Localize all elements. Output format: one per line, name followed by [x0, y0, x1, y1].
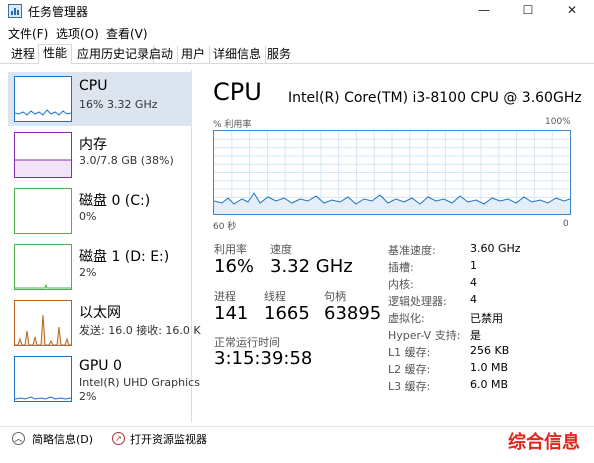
tab-startup[interactable]: 启动	[144, 45, 179, 64]
menu-file[interactable]: 文件(F)	[8, 25, 48, 42]
menu-bar: 文件(F) 选项(O) 查看(V)	[0, 23, 594, 41]
speed-label: 速度	[270, 243, 292, 256]
spec-value-logical-processors: 4	[470, 293, 477, 306]
spec-value-cores: 4	[470, 276, 477, 289]
resource-item-detail-2: 2%	[79, 390, 97, 403]
spec-label-l3-cache: L3 缓存:	[388, 380, 431, 393]
processes-label: 进程	[214, 290, 236, 303]
resource-item-detail: 0%	[79, 210, 97, 223]
resource-item-detail: Intel(R) UHD Graphics	[79, 376, 200, 389]
resource-item-detail: 3.0/7.8 GB (38%)	[79, 154, 174, 167]
memory-thumbnail-graph	[14, 132, 72, 178]
watermark-logo: 综合信息	[494, 428, 594, 463]
resource-item-detail: 16% 3.32 GHz	[79, 98, 158, 111]
resource-item-cpu[interactable]: CPU 16% 3.32 GHz	[8, 72, 192, 126]
resource-monitor-icon[interactable]: ↗	[112, 432, 125, 445]
cpu-utilization-graph	[213, 130, 571, 215]
spec-label-base-speed: 基准速度:	[388, 244, 436, 257]
gpu-thumbnail-graph	[14, 356, 72, 402]
graph-y-label: % 利用率	[213, 120, 252, 130]
tab-performance[interactable]: 性能	[38, 44, 73, 65]
resource-item-title: 内存	[79, 137, 107, 153]
resource-item-detail: 发送: 16.0 接收: 16.0 K	[79, 324, 201, 337]
processes-value: 141	[214, 303, 249, 324]
spec-label-l1-cache: L1 缓存:	[388, 346, 431, 359]
resource-item-title: CPU	[79, 78, 108, 94]
resource-item-disk-1[interactable]: 磁盘 1 (D: E:) 2%	[8, 240, 192, 294]
open-resource-monitor-link[interactable]: 打开资源监视器	[130, 431, 207, 447]
utilization-value: 16%	[214, 256, 255, 277]
menu-options[interactable]: 选项(O)	[56, 25, 99, 42]
tab-processes[interactable]: 进程	[6, 45, 41, 64]
window-title: 任务管理器	[28, 5, 89, 19]
spec-value-hyperv: 是	[470, 329, 481, 342]
resource-item-title: 磁盘 1 (D: E:)	[79, 249, 170, 265]
spec-value-virtualization: 已禁用	[470, 312, 503, 325]
tab-bar: 进程 性能 应用历史记录 启动 用户 详细信息 服务	[0, 42, 594, 65]
menu-view[interactable]: 查看(V)	[106, 25, 148, 42]
spec-value-l1-cache: 256 KB	[470, 344, 510, 357]
handles-value: 63895	[324, 303, 382, 324]
graph-x-left-label: 60 秒	[213, 222, 237, 232]
spec-label-l2-cache: L2 缓存:	[388, 363, 431, 376]
spec-label-logical-processors: 逻辑处理器:	[388, 295, 447, 308]
spec-label-hyperv: Hyper-V 支持:	[388, 329, 461, 342]
utilization-label: 利用率	[214, 243, 247, 256]
spec-value-l3-cache: 6.0 MB	[470, 378, 509, 391]
handles-label: 句柄	[324, 290, 346, 303]
cpu-thumbnail-graph	[14, 76, 72, 122]
close-button[interactable]: ✕	[550, 0, 594, 22]
graph-x-right-label: 0	[563, 219, 569, 229]
tab-details[interactable]: 详细信息	[208, 45, 267, 64]
page-title: CPU	[213, 78, 262, 106]
resource-item-title: GPU 0	[79, 358, 122, 374]
spec-value-l2-cache: 1.0 MB	[470, 361, 509, 374]
resource-item-disk-0[interactable]: 磁盘 0 (C:) 0%	[8, 184, 192, 238]
speed-value: 3.32 GHz	[270, 256, 353, 277]
disk-0-thumbnail-graph	[14, 188, 72, 234]
spec-label-cores: 内核:	[388, 278, 414, 291]
resource-item-gpu[interactable]: GPU 0 Intel(R) UHD Graphics 2%	[8, 352, 200, 406]
fewer-details-link[interactable]: 简略信息(D)	[32, 431, 93, 447]
graph-y-max: 100%	[545, 117, 571, 127]
threads-value: 1665	[264, 303, 310, 324]
resource-item-detail: 2%	[79, 266, 97, 279]
resource-item-title: 磁盘 0 (C:)	[79, 193, 151, 209]
resource-list: CPU 16% 3.32 GHz 内存 3.0/7.8 GB (38%) 磁盘 …	[8, 70, 201, 422]
maximize-button[interactable]: ☐	[506, 0, 550, 22]
tab-users[interactable]: 用户	[176, 45, 211, 64]
spec-value-sockets: 1	[470, 259, 477, 272]
title-bar: 任务管理器 — ☐ ✕	[0, 0, 594, 22]
tab-services[interactable]: 服务	[262, 45, 296, 64]
chevron-up-icon[interactable]: ︿	[12, 432, 25, 445]
ethernet-thumbnail-graph	[14, 300, 72, 346]
disk-1-thumbnail-graph	[14, 244, 72, 290]
threads-label: 线程	[264, 290, 286, 303]
minimize-button[interactable]: —	[462, 0, 506, 22]
task-manager-icon	[8, 4, 22, 18]
uptime-value: 3:15:39:58	[214, 348, 313, 369]
resource-item-ethernet[interactable]: 以太网 发送: 16.0 接收: 16.0 K	[8, 296, 201, 350]
cpu-model-name: Intel(R) Core(TM) i3-8100 CPU @ 3.60GHz	[288, 90, 582, 106]
resource-item-memory[interactable]: 内存 3.0/7.8 GB (38%)	[8, 128, 192, 182]
tab-app-history[interactable]: 应用历史记录	[72, 45, 155, 64]
spec-value-base-speed: 3.60 GHz	[470, 242, 521, 255]
resource-item-title: 以太网	[79, 305, 121, 321]
spec-label-sockets: 插槽:	[388, 261, 414, 274]
spec-label-virtualization: 虚拟化:	[388, 312, 425, 325]
